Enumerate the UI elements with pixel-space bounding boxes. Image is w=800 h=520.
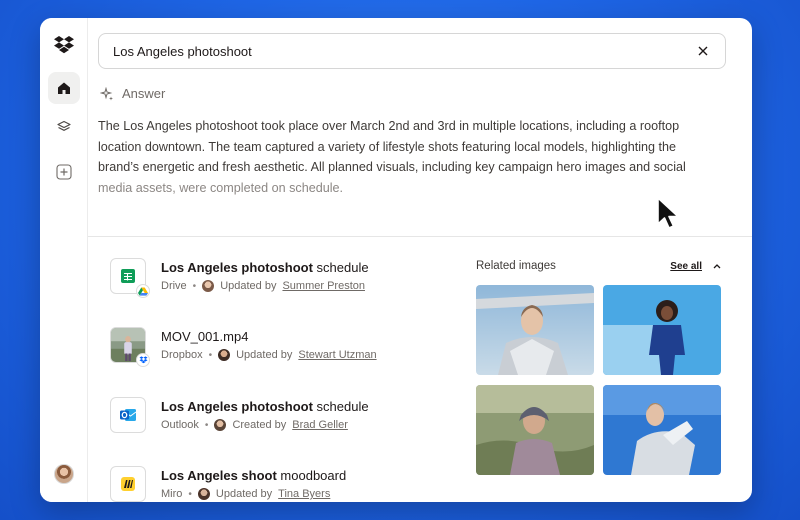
file-result[interactable]: MOV_001.mp4 Dropbox • Updated by Stewart… [110,327,440,367]
miro-icon [121,477,135,491]
dropbox-icon [139,356,147,364]
search-bar[interactable]: Los Angeles photoshoot [98,33,726,69]
clear-search-button[interactable] [695,43,711,59]
see-all-link[interactable]: See all [670,261,702,272]
home-button[interactable] [48,72,80,104]
related-image[interactable] [476,285,594,375]
add-button[interactable] [48,156,80,188]
person-link[interactable]: Stewart Utzman [298,349,376,361]
file-meta: Drive • Updated by Summer Preston [161,280,365,292]
title-match: Los Angeles shoot [161,468,277,483]
file-meta: Miro • Updated by Tina Byers [161,488,330,500]
home-icon [58,82,70,94]
title-rest: schedule [312,399,369,414]
title-match: Los Angeles photoshoot [161,260,313,275]
photo-model-bandana [476,385,594,475]
related-image[interactable] [603,285,721,375]
google-drive-icon [138,287,148,296]
person-avatar [218,349,231,361]
person-link[interactable]: Brad Geller [292,419,348,431]
mouse-cursor-icon [657,197,679,229]
answer-line: location downtown. The team captured a v… [98,139,677,154]
file-result[interactable]: Los Angeles photoshoot schedule Outlook … [110,397,440,437]
answer-line: media assets, were completed on schedule… [98,180,344,195]
photo-model-blue-outfit [603,285,721,375]
google-sheets-icon [121,269,135,283]
file-source: Dropbox [161,349,203,361]
person-avatar [202,280,215,292]
main-panel: Los Angeles photoshoot Answer The Los An… [88,18,752,502]
sidebar [40,18,88,502]
file-source: Drive [161,280,187,292]
answer-label: Answer [122,86,166,101]
file-title[interactable]: Los Angeles photoshoot schedule [161,399,369,414]
file-result[interactable]: Los Angeles photoshoot schedule Drive • … [110,258,440,298]
file-title[interactable]: Los Angeles photoshoot schedule [161,260,369,275]
answer-line: brand’s energetic and fresh aesthetic. A… [98,160,686,174]
separator-dot: • [188,488,192,500]
related-images-header: Related images See all [476,257,722,275]
separator-dot: • [192,280,197,292]
user-avatar[interactable] [54,464,74,484]
related-image[interactable] [476,385,594,475]
file-thumbnail [110,466,146,502]
file-title[interactable]: MOV_001.mp4 [161,329,248,344]
person-avatar [214,419,227,431]
title-rest: schedule [312,260,369,275]
source-badge [136,284,150,298]
search-input[interactable]: Los Angeles photoshoot [113,44,695,59]
separator-dot: • [204,419,209,431]
sparkle-icon [100,86,113,100]
answer-header: Answer [100,86,165,101]
source-badge [136,353,150,367]
close-icon [698,46,708,56]
file-thumbnail [110,397,146,433]
answer-line: The Los Angeles photoshoot took place ov… [98,119,680,133]
file-action: Updated by [236,349,293,361]
layers-icon [57,120,71,131]
photo-model-silver-jacket [476,285,594,375]
divider [88,236,752,237]
answer-text: The Los Angeles photoshoot took place ov… [98,116,710,198]
title-rest: moodboard [276,468,347,483]
file-meta: Outlook • Created by Brad Geller [161,419,348,431]
chevron-up-icon[interactable] [712,262,722,270]
title-match: Los Angeles photoshoot [161,399,313,414]
file-result[interactable]: Los Angeles shoot moodboard Miro • Updat… [110,466,440,502]
person-link[interactable]: Summer Preston [282,280,365,292]
person-link[interactable]: Tina Byers [278,488,330,500]
separator-dot: • [208,349,213,361]
title-rest: MOV_001.mp4 [161,329,249,344]
file-source: Miro [161,488,183,500]
file-meta: Dropbox • Updated by Stewart Utzman [161,349,377,361]
plus-square-icon [56,164,72,180]
stacks-button[interactable] [48,111,80,143]
outlook-icon [120,409,137,421]
photo-model-silver-pose [603,385,721,475]
file-title[interactable]: Los Angeles shoot moodboard [161,468,346,483]
file-action: Updated by [220,280,277,292]
related-images-label: Related images [476,260,556,272]
file-action: Created by [232,419,287,431]
file-action: Updated by [215,488,273,500]
related-image[interactable] [603,385,721,475]
app-window: Los Angeles photoshoot Answer The Los An… [40,18,752,502]
person-avatar [197,488,210,500]
dropbox-logo-icon[interactable] [53,34,75,56]
file-source: Outlook [161,419,199,431]
